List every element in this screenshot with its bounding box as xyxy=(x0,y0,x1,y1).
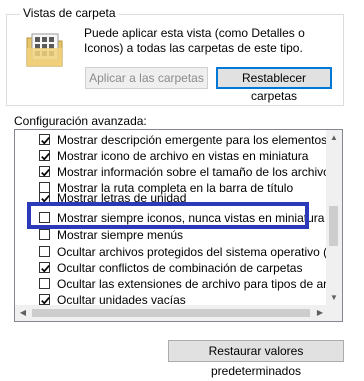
folder-view-icon xyxy=(24,28,66,70)
reset-folders-button[interactable]: Restablecer carpetas xyxy=(216,67,332,103)
setting-item-label: Ocultar archivos protegidos del sistema … xyxy=(57,245,329,259)
setting-item-label: Ocultar conflictos de combinación de car… xyxy=(57,261,303,275)
setting-item-label: Mostrar siempre menús xyxy=(57,228,184,242)
horizontal-scrollbar[interactable]: ◀ ▶ xyxy=(15,305,328,321)
setting-item-label: Mostrar icono de archivo en vistas en mi… xyxy=(57,149,309,163)
checkbox-checked-icon[interactable] xyxy=(39,294,50,305)
setting-item[interactable]: Ocultar las extensiones de archivo para … xyxy=(15,276,329,292)
setting-item[interactable]: Mostrar siempre menús xyxy=(15,227,329,243)
setting-item-label: Ocultar las extensiones de archivo para … xyxy=(57,277,329,291)
checkbox-unchecked-icon[interactable] xyxy=(39,246,50,257)
vertical-scrollbar[interactable]: ▲ ▼ xyxy=(326,130,342,306)
setting-item[interactable]: Ocultar unidades vacías xyxy=(15,292,329,306)
scrollbar-corner xyxy=(326,305,342,321)
scroll-down-icon[interactable]: ▼ xyxy=(326,290,342,306)
setting-item[interactable]: Mostrar descripción emergente para los e… xyxy=(15,132,329,148)
scroll-up-icon[interactable]: ▲ xyxy=(326,130,342,146)
folder-views-description: Puede aplicar esta vista (como Detalles … xyxy=(84,26,305,55)
setting-item[interactable]: Mostrar icono de archivo en vistas en mi… xyxy=(15,148,329,164)
setting-item-label: Mostrar descripción emergente para los e… xyxy=(57,133,329,147)
setting-item-label: Ocultar unidades vacías xyxy=(57,293,186,306)
annotation-highlight-box xyxy=(27,202,309,229)
checkbox-unchecked-icon[interactable] xyxy=(39,278,50,289)
setting-item[interactable]: Ocultar archivos protegidos del sistema … xyxy=(15,244,329,260)
setting-item[interactable]: Ocultar conflictos de combinación de car… xyxy=(15,260,329,276)
apply-to-folders-button[interactable]: Aplicar a las carpetas xyxy=(85,67,208,89)
setting-item[interactable]: Mostrar información sobre el tamaño de l… xyxy=(15,164,329,180)
advanced-settings-label: Configuración avanzada: xyxy=(14,114,147,128)
checkbox-checked-icon[interactable] xyxy=(39,166,50,177)
vertical-scroll-thumb[interactable] xyxy=(329,206,338,246)
restore-defaults-button[interactable]: Restaurar valores predeterminados xyxy=(168,340,344,378)
checkbox-checked-icon[interactable] xyxy=(39,262,50,273)
folder-views-title: Vistas de carpeta xyxy=(20,5,119,21)
checkbox-unchecked-icon[interactable] xyxy=(39,229,50,240)
checkbox-checked-icon[interactable] xyxy=(39,134,50,145)
scroll-left-icon[interactable]: ◀ xyxy=(15,305,31,321)
horizontal-scroll-thumb[interactable] xyxy=(32,309,310,317)
setting-item-label: Mostrar información sobre el tamaño de l… xyxy=(57,165,329,179)
checkbox-checked-icon[interactable] xyxy=(39,150,50,161)
